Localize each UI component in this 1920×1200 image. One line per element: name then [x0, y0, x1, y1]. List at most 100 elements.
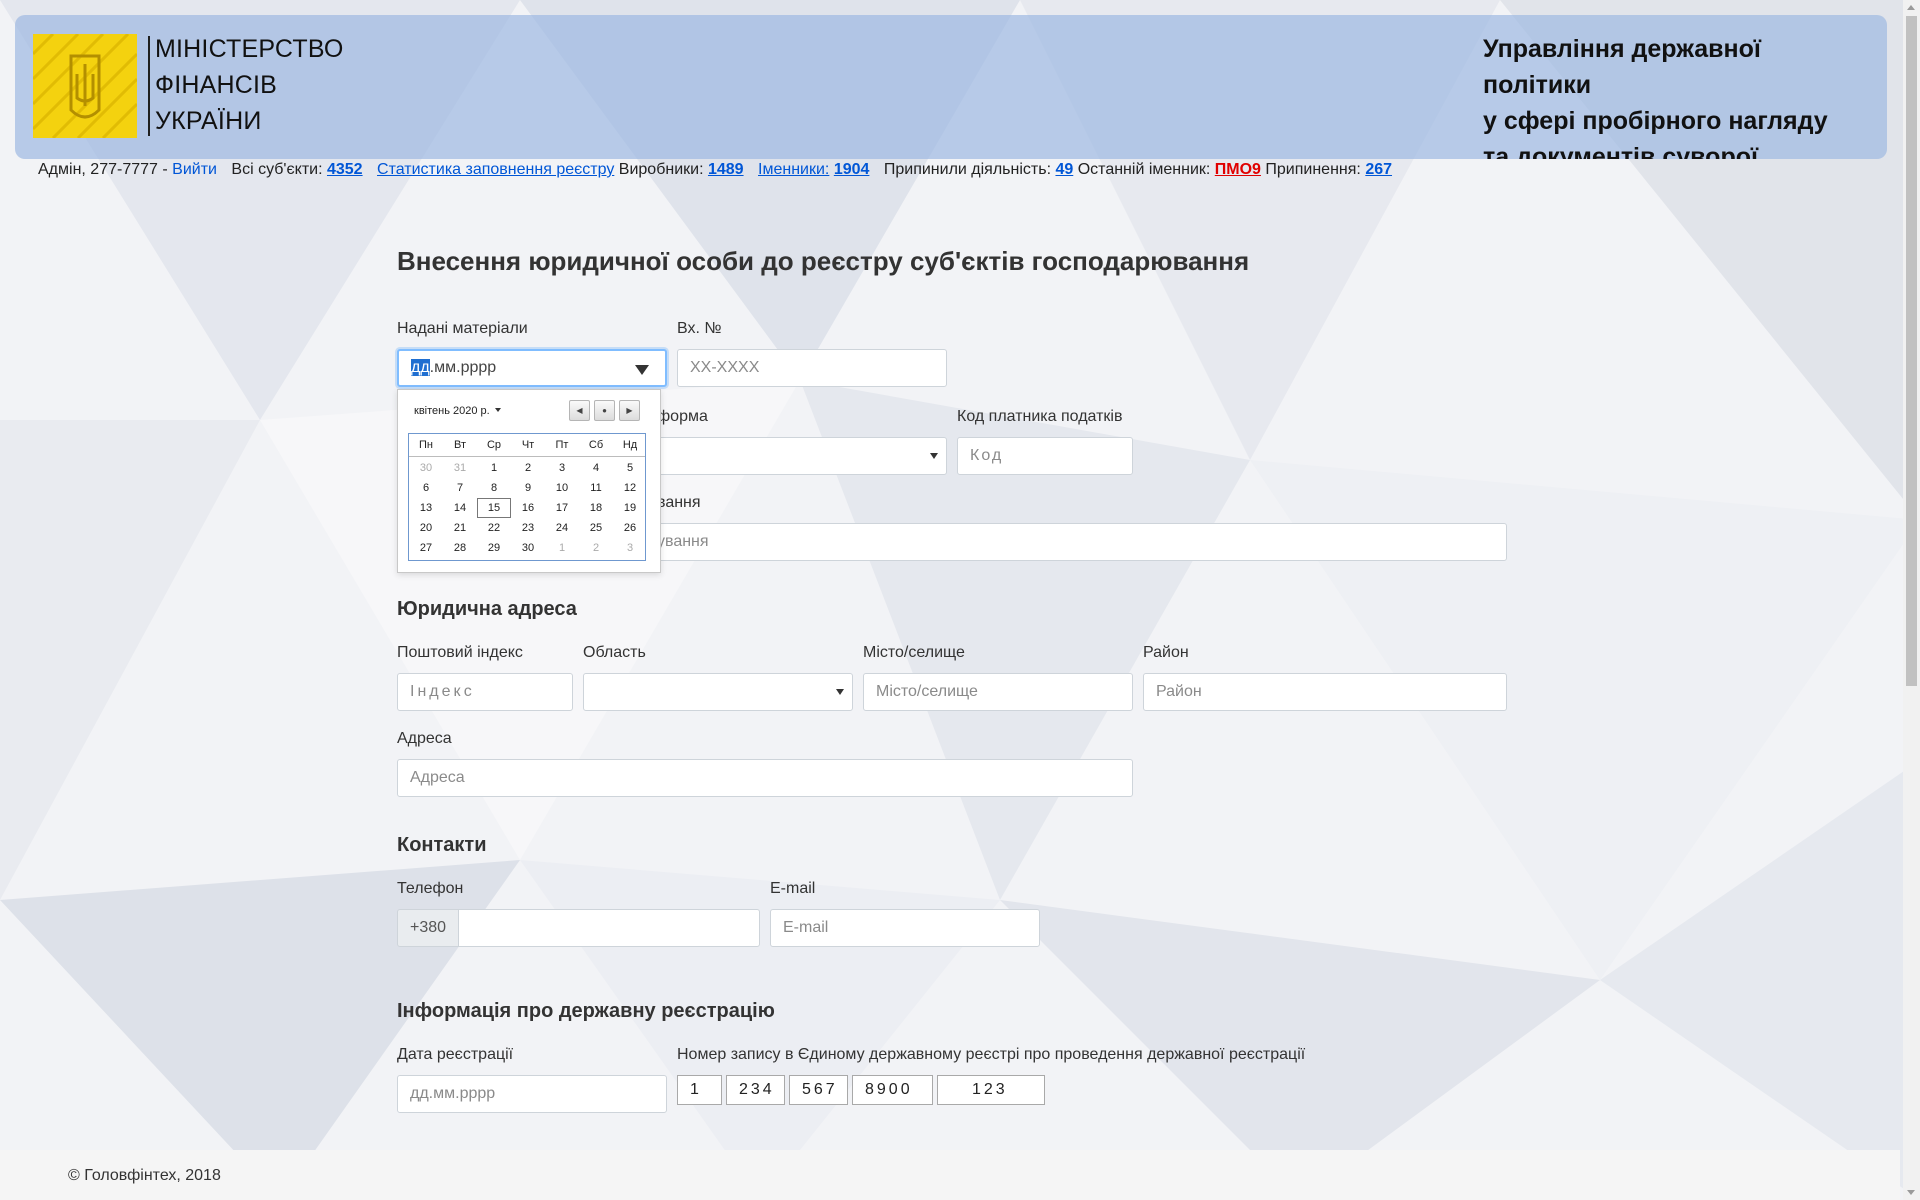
calendar-day[interactable]: 14 — [443, 498, 477, 518]
today-button[interactable]: ● — [594, 400, 615, 421]
logout-link[interactable]: Вийти — [172, 161, 217, 178]
prev-month-button[interactable]: ◀ — [569, 400, 590, 421]
calendar-day[interactable]: 9 — [511, 478, 545, 498]
materials-date-input[interactable]: дд.мм.рррр — [397, 349, 667, 387]
record-segment-4[interactable]: 8900 — [852, 1075, 933, 1105]
header-divider — [148, 36, 150, 136]
name-input[interactable]: ування — [560, 523, 1507, 561]
weekday-header: Ср — [486, 439, 502, 451]
calendar-day[interactable]: 8 — [477, 478, 511, 498]
scroll-down-icon[interactable] — [1907, 1190, 1915, 1195]
next-month-button[interactable]: ▶ — [619, 400, 640, 421]
postal-code-input[interactable]: Індекс — [397, 673, 573, 711]
calendar-day[interactable]: 11 — [579, 478, 613, 498]
phone-input[interactable] — [458, 909, 760, 947]
user-info: Адмін, 277-7777 - — [38, 161, 168, 178]
scrollbar-thumb[interactable] — [1906, 16, 1917, 686]
calendar-grid: Пн Вт Ср Чт Пт Сб Нд 30 31 1 2 3 4 5 6 7 8 9 10 11 12 13 14 15 1… — [408, 433, 646, 561]
district-input[interactable]: Район — [1143, 673, 1507, 711]
calendar-day[interactable]: 27 — [409, 538, 443, 558]
footer: © Головфінтех, 2018 — [0, 1150, 1900, 1200]
terminations-count[interactable]: 267 — [1365, 161, 1392, 178]
email-label: E-mail — [770, 880, 816, 897]
stats-link[interactable]: Статистика заповнення реєстру — [377, 161, 614, 178]
calendar-day[interactable]: 20 — [409, 518, 443, 538]
calendar-day[interactable]: 6 — [409, 478, 443, 498]
all-subjects-count[interactable]: 4352 — [327, 161, 363, 178]
record-segment-3[interactable]: 567 — [789, 1075, 848, 1105]
vertical-scrollbar[interactable] — [1903, 0, 1920, 1200]
producers-count[interactable]: 1489 — [708, 161, 744, 178]
calendar-day[interactable]: 4 — [579, 458, 613, 478]
site-header: МІНІСТЕРСТВО ФІНАНСІВ УКРАЇНИ Управління… — [15, 15, 1887, 159]
stopped-count[interactable]: 49 — [1055, 161, 1073, 178]
calendar-day[interactable]: 16 — [511, 498, 545, 518]
address-section-title: Юридична адреса — [397, 598, 577, 620]
month-selector[interactable]: квітень 2020 р. — [414, 405, 501, 417]
calendar-day-today[interactable]: 15 — [477, 498, 511, 518]
calendar-day-other-month[interactable]: 30 — [409, 458, 443, 478]
calendar-day[interactable]: 25 — [579, 518, 613, 538]
dept-line: у сфері пробірного нагляду — [1483, 107, 1828, 135]
all-subjects-label: Всі суб'єкти: — [231, 161, 323, 178]
region-select[interactable] — [583, 673, 853, 711]
calendar-dropdown-icon[interactable] — [635, 365, 649, 375]
calendar-day[interactable]: 22 — [477, 518, 511, 538]
city-input[interactable]: Місто/селище — [863, 673, 1133, 711]
producers-label: Виробники: — [618, 161, 704, 178]
scroll-up-icon[interactable] — [1907, 5, 1915, 10]
calendar-day[interactable]: 10 — [545, 478, 579, 498]
date-rest-segment: .мм.рррр — [429, 359, 497, 376]
calendar-day[interactable]: 1 — [477, 458, 511, 478]
materials-label: Надані матеріали — [397, 320, 528, 337]
weekday-header: Нд — [622, 439, 638, 451]
reg-date-input[interactable]: дд.мм.рррр — [397, 1075, 667, 1113]
calendar-day[interactable]: 19 — [613, 498, 647, 518]
weekday-header: Вт — [453, 439, 466, 451]
record-segment-5[interactable]: 123 — [937, 1075, 1045, 1105]
district-label: Район — [1143, 644, 1189, 661]
record-segment-1[interactable]: 1 — [677, 1075, 722, 1105]
weekday-header: Пт — [555, 439, 569, 451]
trident-icon — [31, 32, 139, 140]
ministry-logo[interactable] — [31, 32, 139, 140]
calendar-day[interactable]: 5 — [613, 458, 647, 478]
last-marker-value[interactable]: ПМО9 — [1215, 161, 1261, 178]
calendar-day[interactable]: 23 — [511, 518, 545, 538]
incoming-number-input[interactable]: ХХ-ХХХХ — [677, 349, 947, 387]
weekday-divider — [409, 456, 645, 457]
tax-code-input[interactable]: Код — [957, 437, 1133, 475]
calendar-day[interactable]: 3 — [545, 458, 579, 478]
record-number-label: Номер запису в Єдиному державному реєстр… — [677, 1046, 1306, 1063]
calendar-day[interactable]: 29 — [477, 538, 511, 558]
markers-count[interactable]: 1904 — [834, 161, 870, 178]
calendar-day[interactable]: 12 — [613, 478, 647, 498]
calendar-day[interactable]: 26 — [613, 518, 647, 538]
address-input[interactable]: Адреса — [397, 759, 1133, 797]
calendar-day-other-month[interactable]: 3 — [613, 538, 647, 558]
calendar-day[interactable]: 21 — [443, 518, 477, 538]
calendar-day[interactable]: 17 — [545, 498, 579, 518]
dept-line: Управління державної політики — [1483, 35, 1761, 99]
markers-label[interactable]: Іменники: — [758, 161, 829, 178]
calendar-day-other-month[interactable]: 31 — [443, 458, 477, 478]
calendar-day[interactable]: 24 — [545, 518, 579, 538]
record-segment-2[interactable]: 234 — [726, 1075, 785, 1105]
email-input[interactable]: E-mail — [770, 909, 1040, 947]
registration-section-title: Інформація про державну реєстрацію — [397, 1000, 775, 1022]
postal-code-label: Поштовий індекс — [397, 644, 523, 661]
legal-form-label: форма — [657, 408, 708, 425]
calendar-day[interactable]: 2 — [511, 458, 545, 478]
incoming-number-label: Вх. № — [677, 320, 722, 337]
calendar-day[interactable]: 28 — [443, 538, 477, 558]
calendar-day[interactable]: 7 — [443, 478, 477, 498]
address-label: Адреса — [397, 730, 452, 747]
stopped-label: Припинили діяльність: — [883, 161, 1052, 178]
weekday-header: Пн — [419, 439, 433, 451]
calendar-day-other-month[interactable]: 1 — [545, 538, 579, 558]
calendar-day[interactable]: 30 — [511, 538, 545, 558]
calendar-day[interactable]: 13 — [409, 498, 443, 518]
calendar-day[interactable]: 18 — [579, 498, 613, 518]
calendar-day-other-month[interactable]: 2 — [579, 538, 613, 558]
dept-line: та документів суворої звітності — [1483, 143, 1759, 159]
